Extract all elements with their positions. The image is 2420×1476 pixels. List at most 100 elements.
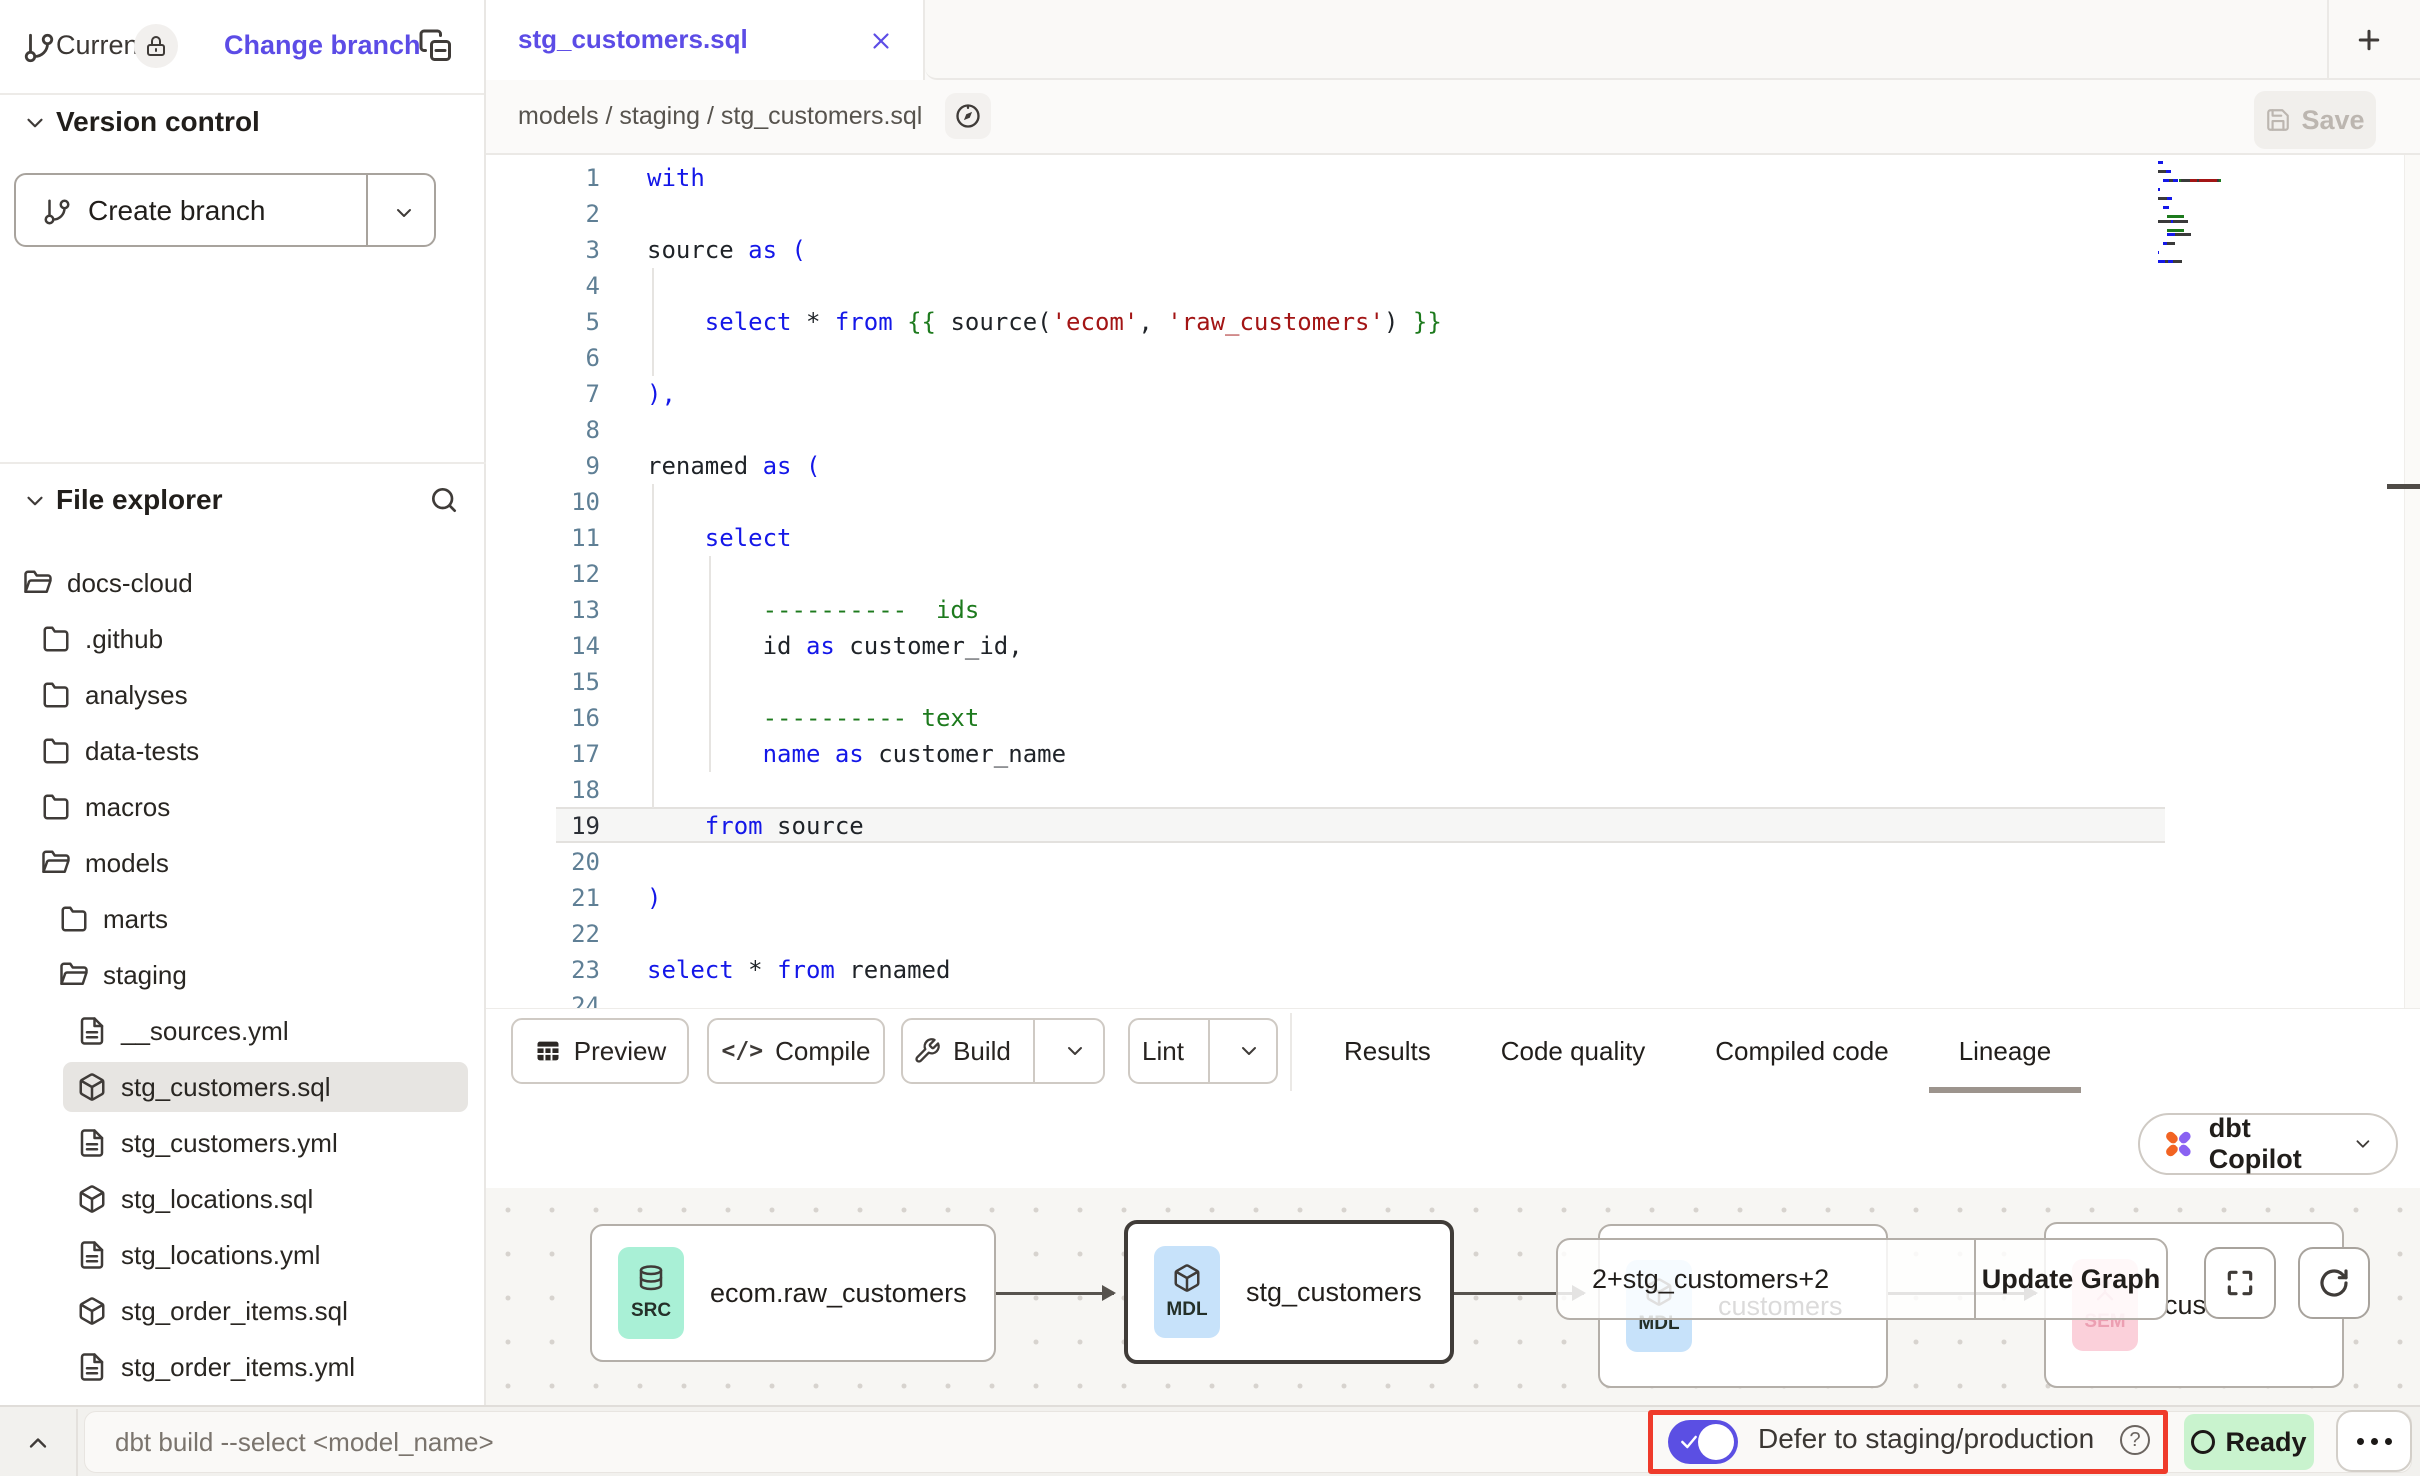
save-label: Save: [2301, 105, 2364, 136]
file-explorer-header[interactable]: File explorer: [0, 478, 484, 522]
create-branch-dropdown[interactable]: [392, 201, 416, 225]
code-line-21: 21): [486, 880, 2420, 916]
file-explorer-title: File explorer: [56, 484, 223, 516]
file-tree-label: stg_customers.yml: [121, 1128, 338, 1159]
code-text: ---------- ids: [647, 592, 979, 628]
chevron-up-icon[interactable]: [24, 1429, 52, 1457]
file-tree-item-docs-cloud[interactable]: docs-cloud: [0, 555, 486, 611]
lint-dropdown[interactable]: [1222, 1039, 1276, 1063]
create-branch-button[interactable]: Create branch: [14, 173, 436, 247]
copilot-compass-button[interactable]: [945, 93, 991, 139]
file-tree-item-stg-order-items-sql[interactable]: stg_order_items.sql: [0, 1283, 486, 1339]
file-tree-label: models: [85, 848, 169, 879]
folder-icon: [59, 904, 89, 934]
file-tree-item-analyses[interactable]: analyses: [0, 667, 486, 723]
fullscreen-button[interactable]: [2204, 1247, 2276, 1319]
lineage-node-source[interactable]: SRC ecom.raw_customers: [590, 1224, 996, 1362]
update-graph-button[interactable]: Update Graph: [1976, 1240, 2166, 1318]
code-line-17: 17 name as customer_name: [486, 736, 2420, 772]
file-tree-item-marts[interactable]: marts: [0, 891, 486, 947]
more-options-button[interactable]: [2336, 1410, 2412, 1472]
tab-compiled-code[interactable]: Compiled code: [1715, 1009, 1888, 1093]
editor-topbar: stg_customers.sql models / staging / stg…: [486, 0, 2420, 155]
tab-stg-customers[interactable]: stg_customers.sql: [486, 0, 925, 80]
chevron-down-icon: [22, 488, 48, 514]
src-badge: SRC: [618, 1247, 684, 1339]
file-tree-item-stg-customers-sql[interactable]: stg_customers.sql: [0, 1059, 486, 1115]
chevron-down-icon: [2352, 1132, 2374, 1156]
code-text: select * from renamed: [647, 952, 950, 988]
tab-code-quality[interactable]: Code quality: [1501, 1009, 1646, 1093]
breadcrumb: models / staging / stg_customers.sql: [518, 102, 922, 131]
code-line-3: 3source as (: [486, 232, 2420, 268]
breadcrumb-row: models / staging / stg_customers.sql Sav…: [486, 80, 2420, 155]
tab-results[interactable]: Results: [1344, 1009, 1431, 1093]
code-text: renamed as (: [647, 448, 820, 484]
code-line-4: 4: [486, 268, 2420, 304]
tabbar-divider: [2327, 0, 2329, 80]
file-tree-item-stg-customers-yml[interactable]: stg_customers.yml: [0, 1115, 486, 1171]
folder-open-icon: [41, 848, 71, 878]
lineage-selector-input[interactable]: 2+stg_customers+2: [1558, 1240, 1974, 1318]
lineage-node-stg-customers[interactable]: MDL stg_customers: [1124, 1220, 1454, 1364]
file-tree-item-macros[interactable]: macros: [0, 779, 486, 835]
dbt-copilot-button[interactable]: dbt Copilot: [2138, 1113, 2398, 1175]
toolbar-divider: [1290, 1013, 1292, 1091]
build-dropdown[interactable]: [1047, 1039, 1103, 1063]
tab-title: stg_customers.sql: [518, 24, 748, 55]
code-editor[interactable]: 1with23source as (45 select * from {{ so…: [486, 155, 2420, 1008]
new-tab-plus-icon[interactable]: [2354, 25, 2384, 55]
ready-label: Ready: [2225, 1427, 2306, 1458]
compile-button[interactable]: </> Compile: [707, 1018, 885, 1084]
node-label: stg_customers: [1246, 1277, 1422, 1308]
toggle-knob: [1698, 1424, 1734, 1460]
search-icon[interactable]: [428, 484, 460, 516]
file-tree-item--sources-yml[interactable]: __sources.yml: [0, 1003, 486, 1059]
file-tree-item-staging[interactable]: staging: [0, 947, 486, 1003]
code-line-16: 16 ---------- text: [486, 700, 2420, 736]
line-number: 14: [506, 628, 600, 664]
git-branch-icon: [42, 197, 72, 227]
code-line-12: 12: [486, 556, 2420, 592]
save-button[interactable]: Save: [2254, 91, 2376, 149]
lint-button[interactable]: Lint: [1128, 1018, 1278, 1084]
file-tree-item-data-tests[interactable]: data-tests: [0, 723, 486, 779]
sidebar-divider: [0, 462, 486, 464]
file-tree-label: stg_order_items.yml: [121, 1352, 355, 1383]
code-line-13: 13 ---------- ids: [486, 592, 2420, 628]
help-question-icon[interactable]: ?: [2120, 1425, 2150, 1455]
file-tree-label: .github: [85, 624, 163, 655]
file-tree-item-stg-locations-yml[interactable]: stg_locations.yml: [0, 1227, 486, 1283]
refresh-icon: [2318, 1267, 2350, 1299]
file-tree-item-models[interactable]: models: [0, 835, 486, 891]
node-label: ecom.raw_customers: [710, 1278, 967, 1309]
lineage-canvas[interactable]: SRC ecom.raw_customers MDL stg_customers…: [486, 1188, 2420, 1405]
folder-open-icon: [23, 568, 53, 598]
tab-lineage[interactable]: Lineage: [1959, 1009, 2052, 1093]
wrench-icon: [913, 1037, 941, 1065]
close-icon[interactable]: [868, 28, 894, 54]
version-control-title: Version control: [56, 106, 260, 138]
save-icon: [2265, 107, 2291, 133]
copilot-label: dbt Copilot: [2209, 1113, 2338, 1175]
code-line-10: 10: [486, 484, 2420, 520]
file-tree-label: stg_locations.yml: [121, 1240, 320, 1271]
copy-branch-icon[interactable]: [418, 28, 454, 64]
line-number: 3: [506, 232, 600, 268]
version-control-header[interactable]: Version control: [0, 100, 484, 144]
refresh-button[interactable]: [2298, 1247, 2370, 1319]
current-branch-label: Current: [56, 30, 146, 61]
code-line-19: 19 from source: [486, 808, 2420, 844]
file-tree-item-stg-order-items-yml[interactable]: stg_order_items.yml: [0, 1339, 486, 1395]
code-text: id as customer_id,: [647, 628, 1023, 664]
build-button[interactable]: Build: [901, 1018, 1105, 1084]
file-tree-item-stg-locations-sql[interactable]: stg_locations.sql: [0, 1171, 486, 1227]
file-tree-item--github[interactable]: .github: [0, 611, 486, 667]
preview-button[interactable]: Preview: [511, 1018, 689, 1084]
code-text: with: [647, 160, 705, 196]
lint-label: Lint: [1130, 1036, 1196, 1067]
change-branch-link[interactable]: Change branch: [224, 30, 421, 61]
defer-toggle[interactable]: [1668, 1420, 1738, 1464]
code-line-20: 20: [486, 844, 2420, 880]
folder-icon: [41, 792, 71, 822]
